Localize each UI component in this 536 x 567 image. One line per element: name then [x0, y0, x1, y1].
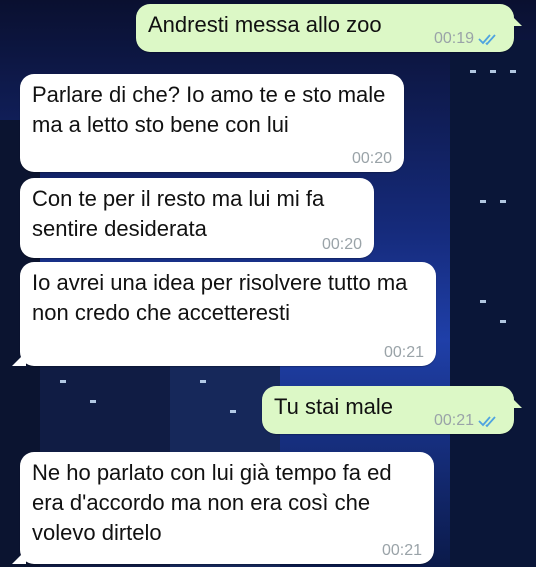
- wallpaper-window: [490, 70, 496, 73]
- message-bubble-incoming[interactable]: Parlare di che? Io amo te e sto male ma …: [20, 74, 404, 172]
- wallpaper-window: [470, 70, 476, 73]
- wallpaper-window: [90, 400, 96, 403]
- message-time: 00:20: [351, 150, 392, 167]
- message-bubble-outgoing[interactable]: Tu stai male 00:21: [262, 386, 522, 434]
- message-text: Con te per il resto ma lui mi fa sentire…: [32, 186, 325, 241]
- wallpaper-window: [510, 70, 516, 73]
- bubble-tail: [12, 352, 26, 366]
- bubble-tail: [508, 394, 522, 408]
- wallpaper-building: [450, 40, 536, 567]
- message-bubble-incoming[interactable]: Ne ho parlato con lui già tempo fa ed er…: [12, 452, 434, 564]
- wallpaper-window: [480, 300, 486, 303]
- message-bubble-incoming[interactable]: Io avrei una idea per risolvere tutto ma…: [12, 262, 436, 366]
- wallpaper-window: [200, 380, 206, 383]
- wallpaper-window: [500, 200, 506, 203]
- message-time: 00:20: [321, 236, 362, 253]
- wallpaper-window: [480, 200, 486, 203]
- bubble-tail: [12, 550, 26, 564]
- bubble-tail: [508, 12, 522, 26]
- message-time: 00:21: [433, 412, 474, 429]
- message-text: Io avrei una idea per risolvere tutto ma…: [32, 270, 408, 325]
- message-time: 00:19: [433, 30, 474, 47]
- wallpaper-window: [500, 320, 506, 323]
- message-text: Tu stai male: [274, 394, 394, 419]
- read-ticks-icon: [478, 416, 496, 428]
- message-text: Parlare di che? Io amo te e sto male ma …: [32, 82, 386, 137]
- message-bubble-outgoing[interactable]: Andresti messa allo zoo 00:19: [136, 4, 522, 52]
- wallpaper-window: [230, 410, 236, 413]
- message-time: 00:21: [381, 542, 422, 559]
- message-text: Andresti messa allo zoo: [148, 12, 382, 37]
- read-ticks-icon: [478, 34, 496, 46]
- message-bubble-incoming[interactable]: Con te per il resto ma lui mi fa sentire…: [20, 178, 374, 258]
- message-time: 00:21: [383, 344, 424, 361]
- message-text: Ne ho parlato con lui già tempo fa ed er…: [32, 460, 392, 545]
- wallpaper-window: [60, 380, 66, 383]
